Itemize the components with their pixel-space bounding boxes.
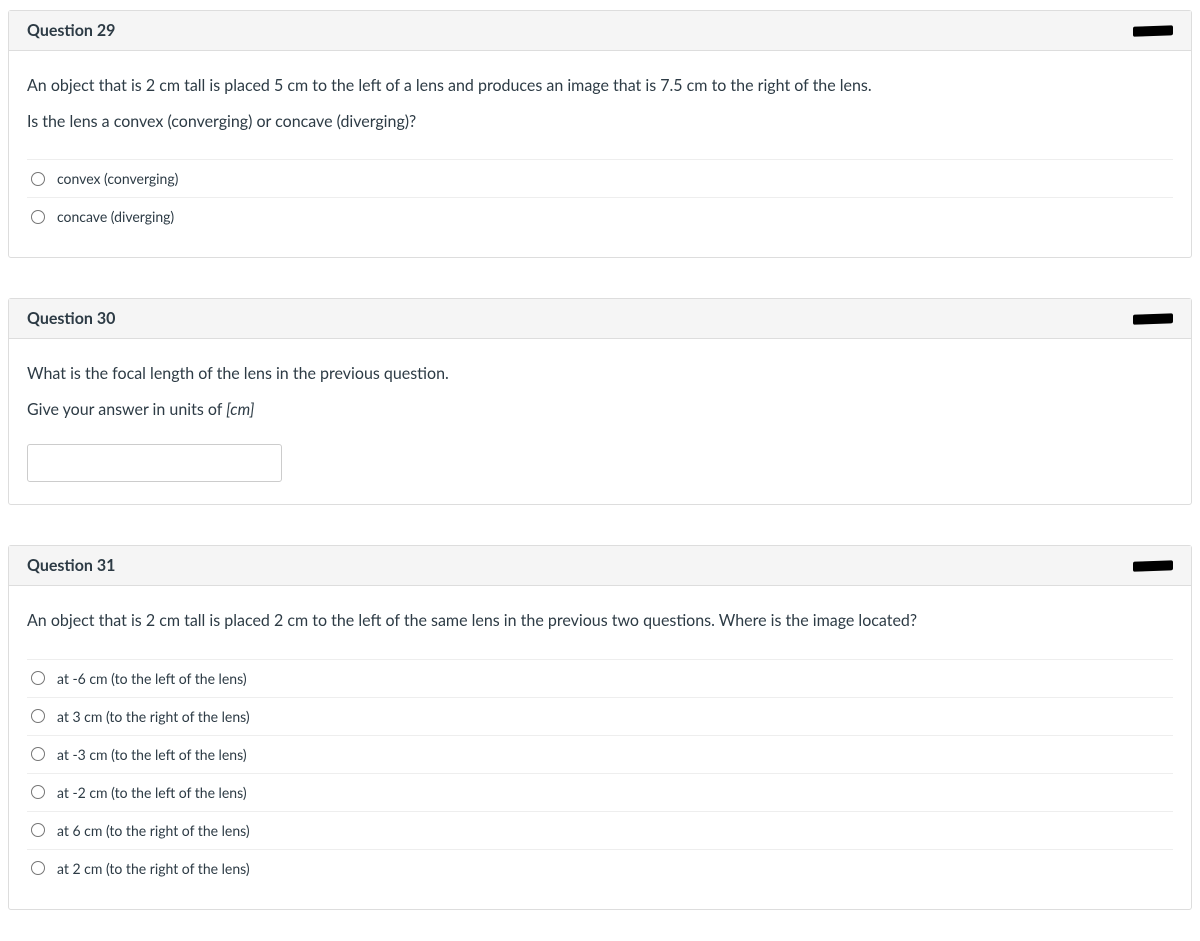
points-redacted-icon [1133,24,1173,38]
answer-options: convex (converging) concave (diverging) [27,159,1173,235]
answer-label: at 6 cm (to the right of the lens) [57,822,250,839]
question-body: What is the focal length of the lens in … [9,339,1191,504]
question-prompt-line: Is the lens a convex (converging) or con… [27,109,1173,135]
answer-options: at -6 cm (to the left of the lens) at 3 … [27,659,1173,887]
answer-label: concave (diverging) [57,208,174,225]
answer-option[interactable]: at -3 cm (to the left of the lens) [27,736,1173,774]
question-prompt-line: An object that is 2 cm tall is placed 5 … [27,73,1173,99]
text-input-container [27,444,1173,482]
answer-option[interactable]: at -6 cm (to the left of the lens) [27,660,1173,698]
answer-label: convex (converging) [57,170,178,187]
question-number: Question 31 [27,556,115,575]
answer-text-input[interactable] [27,444,282,482]
radio-input[interactable] [31,709,45,723]
question-header: Question 31 [9,546,1191,586]
question-block-30: Question 30 What is the focal length of … [8,298,1192,505]
points-redacted-icon [1133,312,1173,326]
radio-input[interactable] [31,671,45,685]
unit-italic: [cm] [226,400,254,419]
points-redacted-icon [1133,559,1173,573]
question-number: Question 30 [27,309,115,328]
answer-option[interactable]: at 2 cm (to the right of the lens) [27,850,1173,887]
question-prompt-line: Give your answer in units of [cm] [27,397,1173,423]
answer-option[interactable]: at -2 cm (to the left of the lens) [27,774,1173,812]
question-prompt-line: What is the focal length of the lens in … [27,361,1173,387]
radio-input[interactable] [31,861,45,875]
question-body: An object that is 2 cm tall is placed 5 … [9,51,1191,257]
radio-input[interactable] [31,785,45,799]
question-header: Question 29 [9,11,1191,51]
question-block-29: Question 29 An object that is 2 cm tall … [8,10,1192,258]
answer-option[interactable]: convex (converging) [27,160,1173,198]
question-body: An object that is 2 cm tall is placed 2 … [9,586,1191,909]
question-prompt-line: An object that is 2 cm tall is placed 2 … [27,608,1173,634]
question-number: Question 29 [27,21,115,40]
answer-label: at 3 cm (to the right of the lens) [57,708,250,725]
answer-option[interactable]: concave (diverging) [27,198,1173,235]
radio-input[interactable] [31,210,45,224]
radio-input[interactable] [31,747,45,761]
answer-label: at 2 cm (to the right of the lens) [57,860,250,877]
answer-option[interactable]: at 3 cm (to the right of the lens) [27,698,1173,736]
answer-label: at -2 cm (to the left of the lens) [57,784,247,801]
radio-input[interactable] [31,172,45,186]
question-block-31: Question 31 An object that is 2 cm tall … [8,545,1192,910]
question-header: Question 30 [9,299,1191,339]
answer-label: at -6 cm (to the left of the lens) [57,670,247,687]
radio-input[interactable] [31,823,45,837]
answer-option[interactable]: at 6 cm (to the right of the lens) [27,812,1173,850]
answer-label: at -3 cm (to the left of the lens) [57,746,247,763]
